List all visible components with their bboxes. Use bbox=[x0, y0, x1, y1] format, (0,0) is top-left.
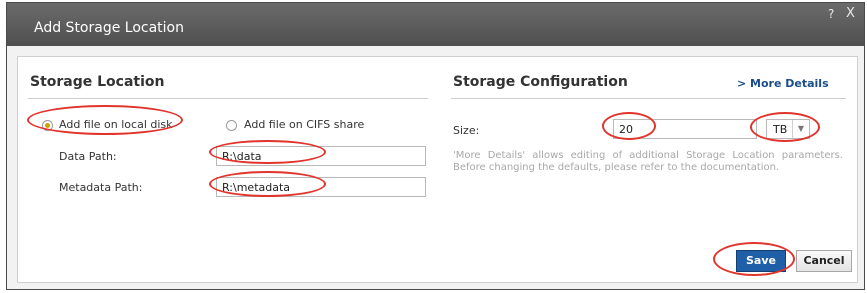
radio-selected-dot bbox=[45, 123, 50, 128]
unit-select[interactable]: TB ▼ bbox=[766, 119, 810, 139]
add-storage-location-dialog: Add Storage Location ? X Storage Locatio… bbox=[6, 2, 865, 290]
dialog-body: Storage Location Add file on local disk … bbox=[17, 56, 858, 283]
size-label: Size: bbox=[453, 124, 480, 137]
data-path-input[interactable]: R:\data bbox=[216, 146, 426, 166]
local-disk-label[interactable]: Add file on local disk bbox=[59, 118, 173, 131]
more-details-link[interactable]: > More Details bbox=[737, 77, 829, 90]
storage-location-heading: Storage Location bbox=[30, 74, 165, 90]
storage-location-divider bbox=[28, 98, 428, 99]
storage-configuration-heading: Storage Configuration bbox=[453, 74, 628, 90]
metadata-path-input[interactable]: R:\metadata bbox=[216, 177, 426, 197]
more-details-note: 'More Details' allows editing of additio… bbox=[453, 150, 843, 173]
dialog-titlebar: Add Storage Location ? X bbox=[7, 3, 864, 46]
unit-select-value: TB bbox=[773, 123, 788, 136]
data-path-label: Data Path: bbox=[59, 150, 117, 163]
dialog-title: Add Storage Location bbox=[34, 20, 184, 36]
save-button[interactable]: Save bbox=[736, 250, 786, 272]
local-disk-radio[interactable] bbox=[42, 120, 53, 131]
storage-configuration-divider bbox=[451, 98, 846, 99]
metadata-path-label: Metadata Path: bbox=[59, 181, 143, 194]
close-icon[interactable]: X bbox=[846, 6, 855, 21]
chevron-down-icon[interactable]: ▼ bbox=[792, 120, 809, 138]
cifs-share-radio[interactable] bbox=[226, 120, 237, 131]
cancel-button[interactable]: Cancel bbox=[796, 250, 852, 272]
cifs-share-label[interactable]: Add file on CIFS share bbox=[244, 118, 364, 131]
help-icon[interactable]: ? bbox=[828, 7, 834, 21]
size-input[interactable]: 20 bbox=[613, 119, 757, 139]
